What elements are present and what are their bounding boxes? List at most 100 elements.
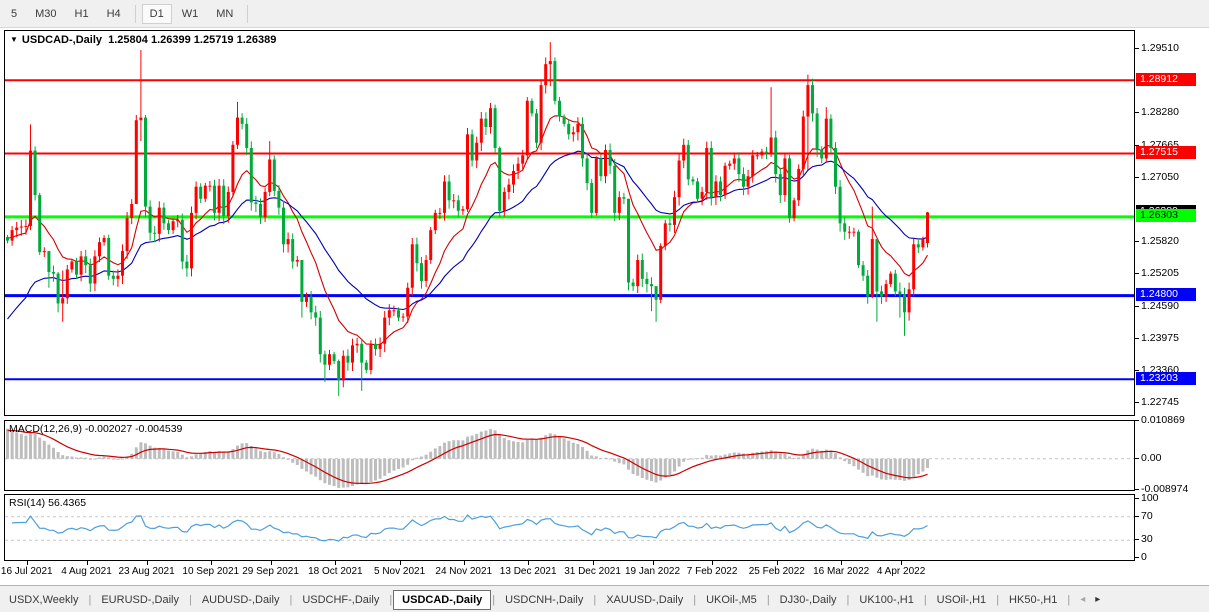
- date-tick-mark: [592, 561, 594, 565]
- rsi-canvas: [5, 514, 1134, 542]
- tab-separator: |: [1067, 593, 1071, 606]
- axis-tick-mark: [1135, 305, 1139, 307]
- date-tick-mark: [900, 561, 902, 565]
- date-tick-mark: [26, 561, 28, 565]
- axis-tick-mark: [1135, 241, 1139, 243]
- toolbar-separator: [134, 4, 136, 23]
- timeframe-button-MN[interactable]: MN: [208, 4, 241, 24]
- axis-tick-mark: [1135, 273, 1139, 275]
- price-tick-label: 1.25205: [1141, 267, 1179, 280]
- date-tick-mark: [841, 561, 843, 565]
- chart-title: ▼ USDCAD-,Daily 1.25804 1.26399 1.25719 1…: [10, 34, 276, 46]
- tab-scroll-right-icon[interactable]: ▸: [1090, 594, 1105, 605]
- date-label: 16 Jul 2021: [0, 566, 53, 577]
- chart-tab-usdcnh-daily[interactable]: USDCNH-,Daily: [496, 590, 592, 610]
- date-tick-mark: [528, 561, 530, 565]
- chart-tab-uk100-h1[interactable]: UK100-,H1: [850, 590, 922, 610]
- axis-tick-mark: [1135, 498, 1139, 499]
- rsi-tick-label: 100: [1141, 492, 1159, 504]
- chart-tab-usdcad-daily[interactable]: USDCAD-,Daily: [393, 589, 492, 610]
- macd-label: MACD(12,26,9): [9, 423, 82, 435]
- axis-tick-mark: [1135, 457, 1139, 459]
- price-tick-label: 1.29510: [1141, 42, 1179, 54]
- date-tick-mark: [146, 561, 148, 565]
- date-tick-mark: [776, 561, 778, 565]
- date-axis[interactable]: 16 Jul 2021 4 Aug 2021 23 Aug 2021 10 Sep 2…: [0, 561, 1135, 585]
- rsi-title: RSI(14) 56.4365: [9, 497, 86, 509]
- axis-tick-mark: [1135, 402, 1139, 404]
- axis-tick-mark: [1135, 539, 1139, 541]
- chart-tab-xauusd-daily[interactable]: XAUUSD-,Daily: [597, 590, 692, 610]
- chart-tab-dj30-daily[interactable]: DJ30-,Daily: [771, 590, 846, 610]
- price-tick-label: 1.24590: [1141, 299, 1179, 312]
- timeframe-button-H4[interactable]: H4: [99, 4, 129, 24]
- date-label: 4 Apr 2022: [876, 566, 926, 577]
- date-tick-mark: [210, 561, 212, 565]
- macd-panel[interactable]: MACD(12,26,9) -0.002027 -0.004539: [4, 420, 1135, 491]
- date-label: 10 Sep 2021: [182, 566, 240, 577]
- timeframe-toolbar: 5 M30 H1 H4 D1 W1 MN: [0, 0, 1209, 28]
- chart-tab-usdchf-daily[interactable]: USDCHF-,Daily: [293, 590, 388, 610]
- date-tick-mark: [712, 561, 714, 565]
- symbol-label: USDCAD-,Daily: [21, 34, 102, 46]
- chart-tab-ukoil-m5[interactable]: UKOil-,M5: [697, 590, 766, 610]
- axis-tick-mark: [1135, 488, 1139, 490]
- timeframe-button-M30[interactable]: M30: [27, 4, 64, 24]
- timeframe-button-H1[interactable]: H1: [67, 4, 97, 24]
- rsi-value: 56.4365: [48, 497, 87, 509]
- ohlc-high: 1.26399: [150, 34, 191, 46]
- price-level-tag: 1.26303: [1136, 209, 1196, 223]
- timeframe-button-W1[interactable]: W1: [174, 4, 207, 24]
- ohlc-low: 1.25719: [193, 34, 234, 46]
- date-label: 13 Dec 2021: [499, 566, 557, 577]
- date-tick-mark: [86, 561, 88, 565]
- price-axis[interactable]: 1.29510 1.28280 1.27665 1.27050 1.25820 1.252…: [1135, 28, 1209, 585]
- timeframe-button-5[interactable]: 5: [3, 4, 25, 24]
- trading-terminal: 5 M30 H1 H4 D1 W1 MN ▼ USDCAD-,Daily 1.25804 1.…: [0, 0, 1209, 612]
- price-tick-label: 1.28280: [1141, 106, 1179, 119]
- macd-tick-label: 0.00: [1141, 451, 1162, 464]
- date-label: 23 Aug 2021: [118, 566, 175, 577]
- price-tick-label: 1.22745: [1141, 396, 1179, 409]
- date-label: 24 Nov 2021: [435, 566, 493, 577]
- timeframe-button-D1[interactable]: D1: [141, 3, 172, 24]
- axis-tick-mark: [1135, 557, 1139, 558]
- toolbar-separator: [247, 4, 249, 23]
- chart-tab-eurusd-daily[interactable]: EURUSD-,Daily: [92, 590, 188, 610]
- date-label: 29 Sep 2021: [242, 566, 299, 577]
- date-label: 18 Oct 2021: [308, 566, 363, 577]
- rsi-tick-label: 0: [1141, 551, 1147, 563]
- date-label: 7 Feb 2022: [686, 566, 738, 577]
- date-label: 25 Feb 2022: [748, 566, 805, 577]
- chart-tab-usoil-h1[interactable]: USOil-,H1: [928, 590, 996, 610]
- rsi-tick-label: 30: [1141, 533, 1153, 546]
- date-tick-mark: [335, 561, 337, 565]
- axis-tick-mark: [1135, 48, 1139, 49]
- axis-tick-mark: [1135, 420, 1139, 421]
- macd-tick-label: 0.010869: [1141, 414, 1185, 426]
- chart-tab-audusd-daily[interactable]: AUDUSD-,Daily: [193, 590, 289, 610]
- date-tick-mark: [399, 561, 401, 565]
- symbol-tabs: USDX,Weekly | EURUSD-,Daily | AUDUSD-,Daily |…: [0, 585, 1209, 612]
- macd-title: MACD(12,26,9) -0.002027 -0.004539: [9, 423, 182, 435]
- tab-scroll-arrows: ◂ ▸: [1075, 594, 1105, 605]
- symbol-dropdown-icon[interactable]: ▼: [10, 35, 18, 44]
- rsi-label: RSI(14): [9, 497, 46, 509]
- axis-tick-mark: [1135, 337, 1139, 339]
- ohlc-open: 1.25804: [108, 34, 148, 46]
- tab-scroll-left-icon[interactable]: ◂: [1075, 594, 1090, 605]
- chart-tab-hk50-h1[interactable]: HK50-,H1: [1000, 590, 1066, 610]
- rsi-tick-label: 70: [1141, 509, 1153, 522]
- candlestick-canvas[interactable]: [5, 31, 1134, 415]
- price-level-tag: 1.23203: [1136, 371, 1196, 385]
- date-label: 31 Dec 2021: [564, 566, 621, 577]
- macd-values: -0.002027 -0.004539: [84, 423, 183, 435]
- date-tick-mark: [652, 561, 654, 565]
- price-level-tag: 1.24800: [1136, 288, 1196, 302]
- ohlc-close: 1.26389: [236, 34, 277, 46]
- main-chart-panel[interactable]: ▼ USDCAD-,Daily 1.25804 1.26399 1.25719 1…: [4, 30, 1135, 416]
- axis-tick-mark: [1135, 515, 1139, 517]
- chart-tab-usdx-weekly[interactable]: USDX,Weekly: [0, 590, 87, 610]
- price-level-tag: 1.28912: [1136, 72, 1196, 86]
- rsi-panel[interactable]: RSI(14) 56.4365: [4, 494, 1135, 561]
